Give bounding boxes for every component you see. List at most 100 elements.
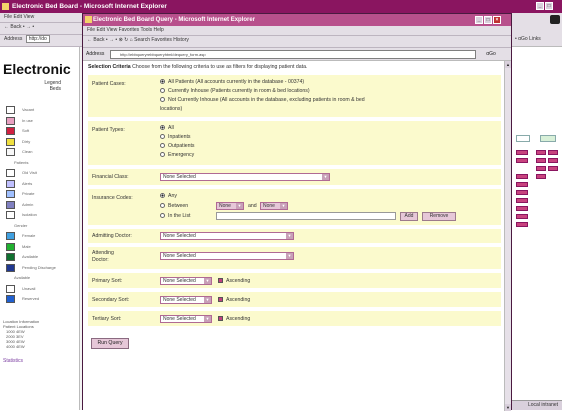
address-input[interactable]: http://ebbqueryrebbqueryhtml/dequery_for… bbox=[110, 50, 476, 59]
statistics-link[interactable]: Statistics bbox=[3, 358, 23, 364]
chevron-down-icon[interactable]: ▼ bbox=[236, 203, 243, 209]
radio-selected-icon[interactable] bbox=[160, 79, 165, 85]
patient-type-emergency[interactable]: Emergency bbox=[160, 152, 194, 158]
secondary-sort-select[interactable]: None Selected ▼ bbox=[160, 296, 212, 304]
legend-label: Old Visit bbox=[22, 170, 37, 175]
insurance-between-from-select[interactable]: None ▼ bbox=[216, 202, 244, 210]
close-icon[interactable]: × bbox=[493, 16, 501, 24]
legend-subtitle: Beds bbox=[49, 86, 61, 92]
bed-cell[interactable] bbox=[516, 150, 528, 155]
patient-cases-option-inhouse[interactable]: Currently Inhouse (Patients currently in… bbox=[160, 88, 310, 94]
bed-cell[interactable] bbox=[516, 190, 528, 195]
maximize-icon[interactable]: □ bbox=[545, 2, 553, 10]
bed-cell[interactable] bbox=[516, 174, 528, 179]
query-menu-bar[interactable]: File Edit View Favorites Tools Help bbox=[83, 26, 511, 36]
bed-cell[interactable] bbox=[536, 158, 546, 163]
chevron-down-icon[interactable]: ▼ bbox=[322, 174, 329, 180]
attending-doctor-label: Attending bbox=[92, 250, 114, 256]
bed-cell[interactable] bbox=[516, 198, 528, 203]
bed-cell[interactable] bbox=[536, 174, 546, 179]
scroll-up-icon[interactable]: ▲ bbox=[505, 61, 511, 68]
bed-cell[interactable] bbox=[516, 182, 528, 187]
query-nav-toolbar[interactable]: ← Back • → • ⊗ ↻ ⌂ Search Favorites Hist… bbox=[83, 36, 511, 48]
insurance-option-any[interactable]: Any bbox=[160, 193, 177, 199]
tertiary-sort-label: Tertiary Sort: bbox=[92, 316, 122, 322]
patient-type-outpatients[interactable]: Outpatients bbox=[160, 143, 195, 149]
background-address-bar[interactable]: Address http://do bbox=[0, 35, 82, 47]
admitting-doctor-label: Admitting Doctor: bbox=[92, 233, 132, 239]
bed-cell[interactable] bbox=[536, 166, 546, 171]
secondary-sort-ascending[interactable]: Ascending bbox=[218, 297, 250, 303]
chevron-down-icon[interactable]: ▼ bbox=[286, 233, 293, 239]
insurance-add-button[interactable]: Add bbox=[400, 212, 418, 221]
tertiary-sort-row: Tertiary Sort: None Selected ▼ Ascending bbox=[88, 311, 501, 326]
bed-grid bbox=[512, 47, 562, 410]
app-title: Electronic bbox=[3, 61, 71, 77]
radio-selected-icon[interactable] bbox=[160, 125, 165, 131]
background-address-input[interactable]: http://do bbox=[25, 35, 50, 43]
patient-cases-option-wrap: locations) bbox=[160, 106, 183, 112]
primary-sort-ascending[interactable]: Ascending bbox=[218, 278, 250, 284]
radio-icon[interactable] bbox=[160, 203, 165, 209]
maximize-icon[interactable]: □ bbox=[484, 16, 492, 24]
insurance-option-between[interactable]: Between bbox=[160, 203, 188, 209]
go-button[interactable]: αGo bbox=[479, 50, 503, 59]
insurance-option-in-list[interactable]: In the List bbox=[160, 213, 191, 219]
tertiary-sort-select[interactable]: None Selected ▼ bbox=[160, 315, 212, 323]
minimize-icon[interactable]: _ bbox=[475, 16, 483, 24]
legend-swatch bbox=[6, 211, 15, 219]
run-query-button[interactable]: Run Query bbox=[91, 338, 129, 349]
insurance-list-input[interactable] bbox=[216, 212, 396, 220]
legend-label: Female bbox=[22, 233, 36, 238]
radio-icon[interactable] bbox=[160, 143, 165, 149]
patient-cases-row: Patient Cases: All Patients (All account… bbox=[88, 75, 501, 117]
query-page: Selection Criteria Choose from the follo… bbox=[83, 61, 504, 411]
bed-cell[interactable] bbox=[548, 150, 558, 155]
checkbox-checked-icon[interactable] bbox=[218, 316, 223, 322]
background-nav-toolbar[interactable]: ← Back • → • bbox=[0, 23, 82, 35]
bed-cell[interactable] bbox=[516, 206, 528, 211]
bed-cell[interactable] bbox=[548, 166, 558, 171]
background-menu-bar[interactable]: File Edit View bbox=[0, 13, 82, 23]
patient-cases-option-all[interactable]: All Patients (All accounts currently in … bbox=[160, 79, 304, 85]
background-go-links[interactable]: • αGo Links bbox=[515, 35, 541, 44]
query-window: Electronic Bed Board Query - Microsoft I… bbox=[82, 13, 512, 411]
legend-swatch bbox=[6, 106, 15, 114]
bed-cell[interactable] bbox=[548, 158, 558, 163]
insurance-remove-button[interactable]: Remove bbox=[422, 212, 456, 221]
admitting-doctor-select[interactable]: None Selected ▼ bbox=[160, 232, 294, 240]
primary-sort-select[interactable]: None Selected ▼ bbox=[160, 277, 212, 285]
legend-label: Unavail bbox=[22, 285, 36, 291]
patient-type-all[interactable]: All bbox=[160, 125, 174, 131]
checkbox-checked-icon[interactable] bbox=[218, 297, 223, 303]
radio-icon[interactable] bbox=[160, 97, 165, 103]
chevron-down-icon[interactable]: ▼ bbox=[286, 253, 293, 259]
bed-cell[interactable] bbox=[516, 222, 528, 227]
financial-class-select[interactable]: None Selected ▼ bbox=[160, 173, 330, 181]
chevron-down-icon[interactable]: ▼ bbox=[204, 278, 211, 284]
bed-cell[interactable] bbox=[516, 214, 528, 219]
secondary-sort-row: Secondary Sort: None Selected ▼ Ascending bbox=[88, 292, 501, 307]
vertical-scrollbar[interactable]: ▲ ▼ bbox=[504, 61, 511, 411]
attending-doctor-select[interactable]: None Selected ▼ bbox=[160, 252, 294, 260]
patient-cases-option-not-inhouse[interactable]: Not Currently Inhouse (All accounts in t… bbox=[160, 97, 365, 103]
radio-icon[interactable] bbox=[160, 134, 165, 140]
radio-icon[interactable] bbox=[160, 152, 165, 158]
bed-cell[interactable] bbox=[516, 158, 528, 163]
chevron-down-icon[interactable]: ▼ bbox=[204, 297, 211, 303]
insurance-between-to-select[interactable]: None ▼ bbox=[260, 202, 288, 210]
chevron-down-icon[interactable]: ▼ bbox=[204, 316, 211, 322]
checkbox-checked-icon[interactable] bbox=[218, 278, 223, 284]
radio-selected-icon[interactable] bbox=[160, 193, 165, 199]
patient-cases-label: Patient Cases: bbox=[92, 81, 126, 87]
bed-cell[interactable] bbox=[536, 150, 546, 155]
radio-icon[interactable] bbox=[160, 88, 165, 94]
selection-criteria-intro: Selection Criteria Choose from the follo… bbox=[88, 64, 307, 70]
tertiary-sort-ascending[interactable]: Ascending bbox=[218, 316, 250, 322]
patient-type-inpatients[interactable]: Inpatients bbox=[160, 134, 191, 140]
radio-icon[interactable] bbox=[160, 213, 165, 219]
minimize-icon[interactable]: _ bbox=[536, 2, 544, 10]
legend-label: Vacant bbox=[22, 107, 35, 112]
admitting-doctor-row: Admitting Doctor: None Selected ▼ bbox=[88, 229, 501, 243]
chevron-down-icon[interactable]: ▼ bbox=[280, 203, 287, 209]
